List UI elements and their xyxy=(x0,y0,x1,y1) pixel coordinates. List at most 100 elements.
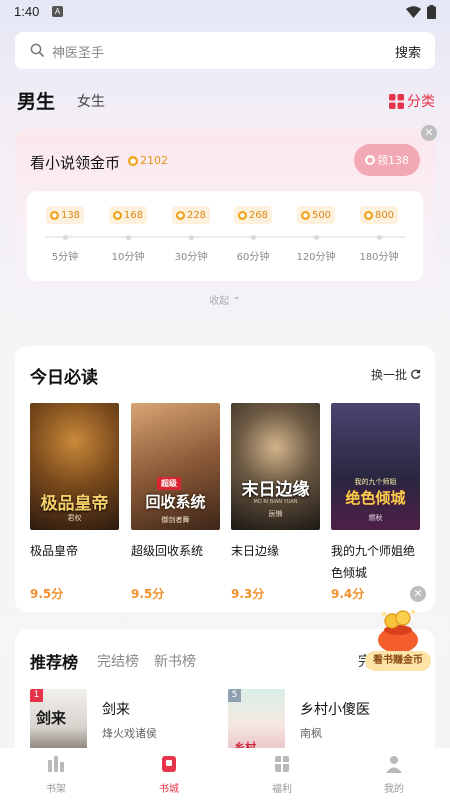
cover-title: 末日边缘 xyxy=(241,480,310,500)
reward-coin-value: 268 xyxy=(248,209,269,221)
collapse-button[interactable]: 收起 ⌃ xyxy=(15,292,435,307)
refresh-label: 换一批 xyxy=(370,368,407,382)
status-time: 1:40 xyxy=(14,4,40,19)
tab-new-books[interactable]: 新书榜 xyxy=(154,651,196,671)
reward-coin-value: 168 xyxy=(123,209,144,221)
book-title: 超级回收系统 xyxy=(131,544,204,558)
book-title: 极品皇帝 xyxy=(30,544,79,558)
reward-coins: ● 168 xyxy=(109,206,147,224)
tab-bookshelf[interactable]: 书架 xyxy=(26,754,86,795)
rank-badge: 1 xyxy=(30,689,43,702)
bottom-tab-bar: 书架 书城 福利 我的 xyxy=(0,748,450,800)
claim-coins-button[interactable]: ● 领138 xyxy=(354,144,420,176)
timeline-node xyxy=(250,235,256,240)
book-cover: 极品皇帝 君权 xyxy=(30,403,119,530)
timeline-node xyxy=(376,235,382,240)
close-icon[interactable]: ✕ xyxy=(410,586,426,602)
battery-icon xyxy=(427,5,436,19)
coin-task-title: 看小说领金币 xyxy=(30,154,121,172)
chevron-up-icon: ⌃ xyxy=(232,296,241,307)
cover-subtitle: 我的九个师姐 xyxy=(354,478,397,486)
refresh-icon xyxy=(411,369,421,379)
reward-coins: ● 500 xyxy=(297,206,335,224)
search-bar[interactable]: 神医圣手 搜索 xyxy=(15,32,435,69)
gift-icon xyxy=(275,756,289,772)
coin-icon: ● xyxy=(365,155,375,165)
daily-read-title: 今日必读 xyxy=(30,368,98,388)
tab-completed[interactable]: 完结榜 xyxy=(97,651,139,671)
book-title: 我的九个师姐绝色倾城 xyxy=(331,544,416,580)
book-score: 9.4分 xyxy=(331,587,365,601)
search-icon xyxy=(30,43,44,57)
reward-coin-value: 228 xyxy=(186,209,207,221)
coin-icon: ● xyxy=(237,210,247,220)
category-button[interactable]: 分类 xyxy=(389,91,435,111)
book-card[interactable]: 我的九个师姐 绝色倾城 燃秋 我的九个师姐绝色倾城 9.4分 xyxy=(331,403,420,602)
cover-author: 燃秋 xyxy=(368,514,383,522)
reward-coin-value: 138 xyxy=(60,209,81,221)
rank-author: 南枫 xyxy=(300,727,322,740)
reward-coin-value: 500 xyxy=(311,209,332,221)
reward-milestone: ● 228 30分钟 xyxy=(161,206,221,263)
coin-balance-value: 2102 xyxy=(140,154,168,167)
cover-title: 回收系统 xyxy=(145,493,206,511)
grid-icon xyxy=(389,93,404,109)
claim-label: 领138 xyxy=(377,154,409,167)
tab-recommended[interactable]: 推荐榜 xyxy=(30,649,78,673)
tab-female[interactable]: 女生 xyxy=(77,91,105,111)
reward-coins: ● 228 xyxy=(172,206,210,224)
bookstore-icon xyxy=(162,756,176,772)
book-cover: 超级 回收系统 御剑者舞 xyxy=(131,403,220,530)
book-card[interactable]: 极品皇帝 君权 极品皇帝 9.5分 xyxy=(30,403,119,602)
reward-milestone: ● 268 60分钟 xyxy=(223,206,283,263)
profile-icon xyxy=(386,756,402,773)
cover-title: 剑来 xyxy=(36,709,67,727)
reward-timeline: ● 138 5分钟 ● 168 10分钟 ● 228 30分钟 ● 268 60分钟 ●… xyxy=(27,191,423,281)
reward-time: 180分钟 xyxy=(359,252,399,263)
tab-label: 我的 xyxy=(384,784,404,795)
book-score: 9.5分 xyxy=(131,587,165,601)
tab-bookstore[interactable]: 书城 xyxy=(139,754,199,795)
rank-badge: 5 xyxy=(228,689,241,702)
notification-icon: A xyxy=(52,6,63,17)
status-bar: 1:40 A xyxy=(0,0,450,26)
tab-label: 书城 xyxy=(159,784,179,795)
tab-label: 福利 xyxy=(272,784,292,795)
status-indicators xyxy=(406,5,436,19)
refresh-button[interactable]: 换一批 xyxy=(371,366,421,383)
reward-milestone: ● 168 10分钟 xyxy=(98,206,158,263)
cover-author: 辰懒 xyxy=(268,510,283,518)
book-cover: 我的九个师姐 绝色倾城 燃秋 xyxy=(331,403,420,530)
coin-pot-icon xyxy=(378,610,418,653)
search-button[interactable]: 搜索 xyxy=(395,42,421,61)
book-cover: 末日边缘 MO RI BIAN YUAN 辰懒 xyxy=(231,403,320,530)
tab-welfare[interactable]: 福利 xyxy=(252,754,312,795)
coin-task-card: ✕ 看小说领金币 ● 2102 ● 领138 ● 138 5分钟 ● 168 10分… xyxy=(15,125,437,319)
cover-author: 君权 xyxy=(67,514,82,522)
book-card[interactable]: 超级 回收系统 御剑者舞 超级回收系统 9.5分 xyxy=(131,403,220,602)
cover-title: 极品皇帝 xyxy=(40,494,109,514)
reward-time: 30分钟 xyxy=(174,252,208,263)
tab-male[interactable]: 男生 xyxy=(17,87,55,114)
bookshelf-icon xyxy=(48,756,64,772)
coin-icon: ● xyxy=(300,210,310,220)
reward-time: 60分钟 xyxy=(236,252,270,263)
close-icon[interactable]: ✕ xyxy=(421,125,437,141)
reward-time: 120分钟 xyxy=(296,252,336,263)
category-label: 分类 xyxy=(407,94,435,110)
book-title: 末日边缘 xyxy=(231,544,280,558)
rank-title: 乡村小傻医 xyxy=(300,702,370,718)
earn-coins-widget[interactable]: 看书赚金币 xyxy=(365,604,431,671)
search-input[interactable]: 神医圣手 xyxy=(52,42,104,61)
tab-profile[interactable]: 我的 xyxy=(364,754,424,795)
reward-coins: ● 268 xyxy=(234,206,272,224)
earn-coins-label: 看书赚金币 xyxy=(365,651,431,671)
coin-icon: ● xyxy=(175,210,185,220)
coin-balance: ● 2102 xyxy=(128,154,168,167)
coin-icon: ● xyxy=(128,155,138,166)
reward-milestone: ● 800 180分钟 xyxy=(349,206,409,263)
reward-milestone: ● 138 5分钟 xyxy=(35,206,95,263)
timeline-node xyxy=(125,235,131,240)
book-card[interactable]: 末日边缘 MO RI BIAN YUAN 辰懒 末日边缘 9.3分 xyxy=(231,403,320,602)
cover-title: 绝色倾城 xyxy=(345,489,406,507)
